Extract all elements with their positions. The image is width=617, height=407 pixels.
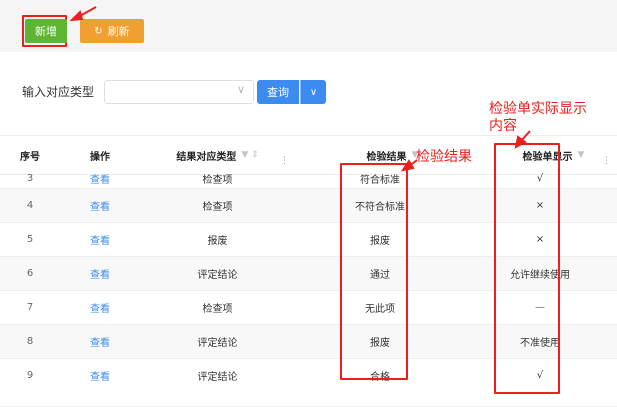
result-annotation: 检验结果 (416, 149, 472, 165)
column-header-label: 序号 (20, 151, 40, 163)
column-resize-icon[interactable]: ⋮ (280, 156, 289, 166)
column-header-label: 检验结果 (366, 151, 407, 163)
display-column-highlight (494, 143, 560, 394)
toolbar: 新增 ↻ 刷新 (0, 0, 617, 52)
type-select[interactable]: ∨ (104, 80, 254, 104)
refresh-icon: ↻ (94, 25, 103, 37)
row-type: 评定结论 (197, 270, 238, 281)
row-type: 评定结论 (197, 338, 238, 349)
filter-sort-icon[interactable]: ▼ ⇕ (241, 150, 258, 160)
display-annotation-line2: 内容 (489, 118, 517, 134)
column-header-label: 结果对应类型 (176, 151, 237, 163)
chevron-down-icon: ∨ (236, 83, 245, 96)
view-link[interactable]: 查看 (60, 189, 140, 222)
view-link[interactable]: 查看 (60, 257, 140, 290)
row-type: 检查项 (202, 175, 233, 186)
column-header-label: 操作 (90, 151, 110, 163)
row-type: 检查项 (202, 304, 233, 315)
row-type: 报废 (207, 236, 228, 247)
row-index: 5 (26, 234, 34, 245)
row-type: 评定结论 (197, 372, 238, 383)
query-button[interactable]: 查询 (257, 80, 299, 104)
row-type: 检查项 (202, 202, 233, 213)
row-index: 7 (26, 302, 34, 313)
row-index: 6 (26, 268, 34, 279)
display-annotation-line1: 检验单实际显示 (489, 101, 587, 117)
refresh-button[interactable]: ↻ 刷新 (80, 19, 144, 43)
row-index: 4 (26, 200, 34, 211)
row-index: 3 (26, 173, 34, 184)
query-dropdown-button[interactable]: ∨ (300, 80, 326, 104)
row-index: 8 (26, 336, 34, 347)
column-resize-icon[interactable]: ⋮ (602, 156, 611, 166)
view-link[interactable]: 查看 (60, 169, 140, 188)
add-button[interactable]: 新增 (25, 19, 67, 43)
view-link[interactable]: 查看 (60, 359, 140, 392)
filter-icon[interactable]: ▼ (578, 150, 585, 160)
chevron-down-icon: ∨ (309, 86, 318, 98)
view-link[interactable]: 查看 (60, 291, 140, 324)
row-index: 9 (26, 370, 34, 381)
view-link[interactable]: 查看 (60, 325, 140, 358)
type-filter-label: 输入对应类型 (22, 85, 95, 99)
result-column-highlight (340, 163, 408, 380)
refresh-button-label: 刷新 (107, 25, 130, 38)
view-link[interactable]: 查看 (60, 223, 140, 256)
